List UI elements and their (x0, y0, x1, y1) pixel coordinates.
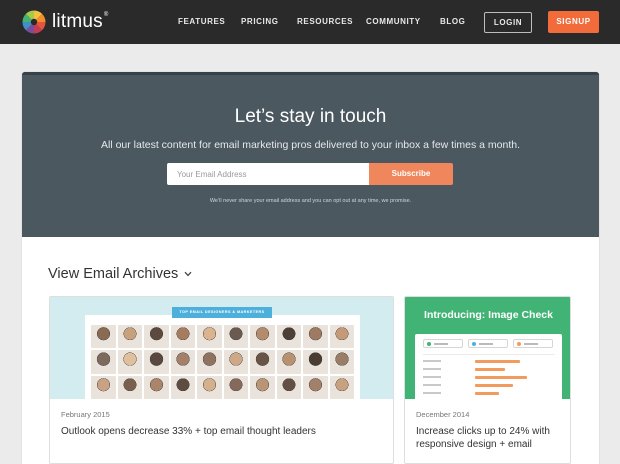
archives-title: View Email Archives (48, 266, 179, 282)
hero-title: Let’s stay in touch (234, 106, 387, 127)
newsletter-hero: Let’s stay in touch All our latest conte… (22, 72, 599, 237)
headshot-photo (197, 350, 222, 374)
mock-bar (475, 392, 499, 395)
mock-bar (475, 376, 527, 379)
email-field[interactable] (167, 163, 370, 185)
login-button[interactable]: LOGIN (484, 12, 532, 33)
mock-bar (475, 368, 505, 371)
headshot-photo (197, 325, 222, 349)
privacy-note: We’ll never share your email address and… (209, 198, 412, 204)
headshot-photo (303, 350, 328, 374)
headshot-photo (329, 375, 354, 399)
headshot-photo (223, 350, 248, 374)
signup-button[interactable]: SIGNUP (548, 11, 599, 33)
subscribe-button[interactable]: Subscribe (369, 163, 453, 185)
content-card: Let’s stay in touch All our latest conte… (22, 72, 599, 464)
headshot-photo (250, 375, 275, 399)
article-card[interactable]: Introducing: Image Check December 2014 I… (404, 296, 571, 464)
headshot-photo (223, 375, 248, 399)
headshot-photo (144, 325, 169, 349)
chevron-down-icon (184, 271, 192, 277)
image-check-mockup (415, 334, 562, 399)
headshot-photo (250, 325, 275, 349)
mock-tab (513, 339, 553, 348)
headshot-photo (223, 325, 248, 349)
registered-mark: ® (103, 12, 109, 18)
image-check-title: Introducing: Image Check (424, 309, 553, 321)
article-image: Introducing: Image Check (405, 297, 570, 399)
headshot-photo (117, 375, 142, 399)
mock-text (423, 368, 441, 370)
article-date: December 2014 (416, 410, 470, 419)
headshot-photo (276, 325, 301, 349)
headshot-photo (170, 325, 195, 349)
headshot-photo (276, 375, 301, 399)
litmus-logo-icon (22, 10, 46, 34)
headshot-photo (303, 325, 328, 349)
headshot-photo (91, 350, 116, 374)
mock-text (423, 360, 441, 362)
thought-leaders-collage: TOP EMAIL DESIGNERS & MARKETERS (85, 307, 360, 399)
headshot-grid (91, 325, 354, 399)
headshot-photo (117, 350, 142, 374)
headshot-photo (170, 350, 195, 374)
mock-divider (423, 354, 555, 355)
nav-pricing[interactable]: PRICING (241, 17, 279, 27)
headshot-photo (170, 375, 195, 399)
article-title[interactable]: Increase clicks up to 24% with responsiv… (416, 425, 566, 451)
article-date: February 2015 (61, 410, 110, 419)
mock-bar (475, 384, 513, 387)
nav-community[interactable]: COMMUNITY (366, 17, 421, 27)
archives-toggle[interactable]: View Email Archives (48, 265, 192, 283)
headshot-photo (303, 375, 328, 399)
mock-tab (468, 339, 508, 348)
hero-subtitle: All our latest content for email marketi… (100, 139, 521, 151)
nav-blog[interactable]: BLOG (440, 17, 466, 27)
nav-resources[interactable]: RESOURCES (297, 17, 353, 27)
mock-text (423, 384, 441, 386)
mock-text (423, 376, 441, 378)
mock-tab (423, 339, 463, 348)
headshot-photo (197, 375, 222, 399)
headshot-photo (91, 325, 116, 349)
mock-text (423, 392, 441, 394)
headshot-photo (144, 350, 169, 374)
headshot-photo (250, 350, 275, 374)
article-card[interactable]: TOP EMAIL DESIGNERS & MARKETERS February… (49, 296, 394, 464)
collage-tag: TOP EMAIL DESIGNERS & MARKETERS (172, 307, 272, 318)
mock-bar (475, 360, 520, 363)
headshot-photo (329, 325, 354, 349)
logo-text: litmus (52, 11, 103, 32)
nav-features[interactable]: FEATURES (178, 17, 225, 27)
litmus-logo[interactable]: litmus ® (22, 10, 108, 34)
headshot-photo (117, 325, 142, 349)
top-nav: litmus ® FEATURES PRICING RESOURCES COMM… (0, 0, 620, 44)
headshot-photo (91, 375, 116, 399)
article-title[interactable]: Outlook opens decrease 33% + top email t… (61, 425, 316, 438)
headshot-photo (276, 350, 301, 374)
article-image: TOP EMAIL DESIGNERS & MARKETERS (50, 297, 393, 399)
headshot-photo (329, 350, 354, 374)
headshot-photo (144, 375, 169, 399)
